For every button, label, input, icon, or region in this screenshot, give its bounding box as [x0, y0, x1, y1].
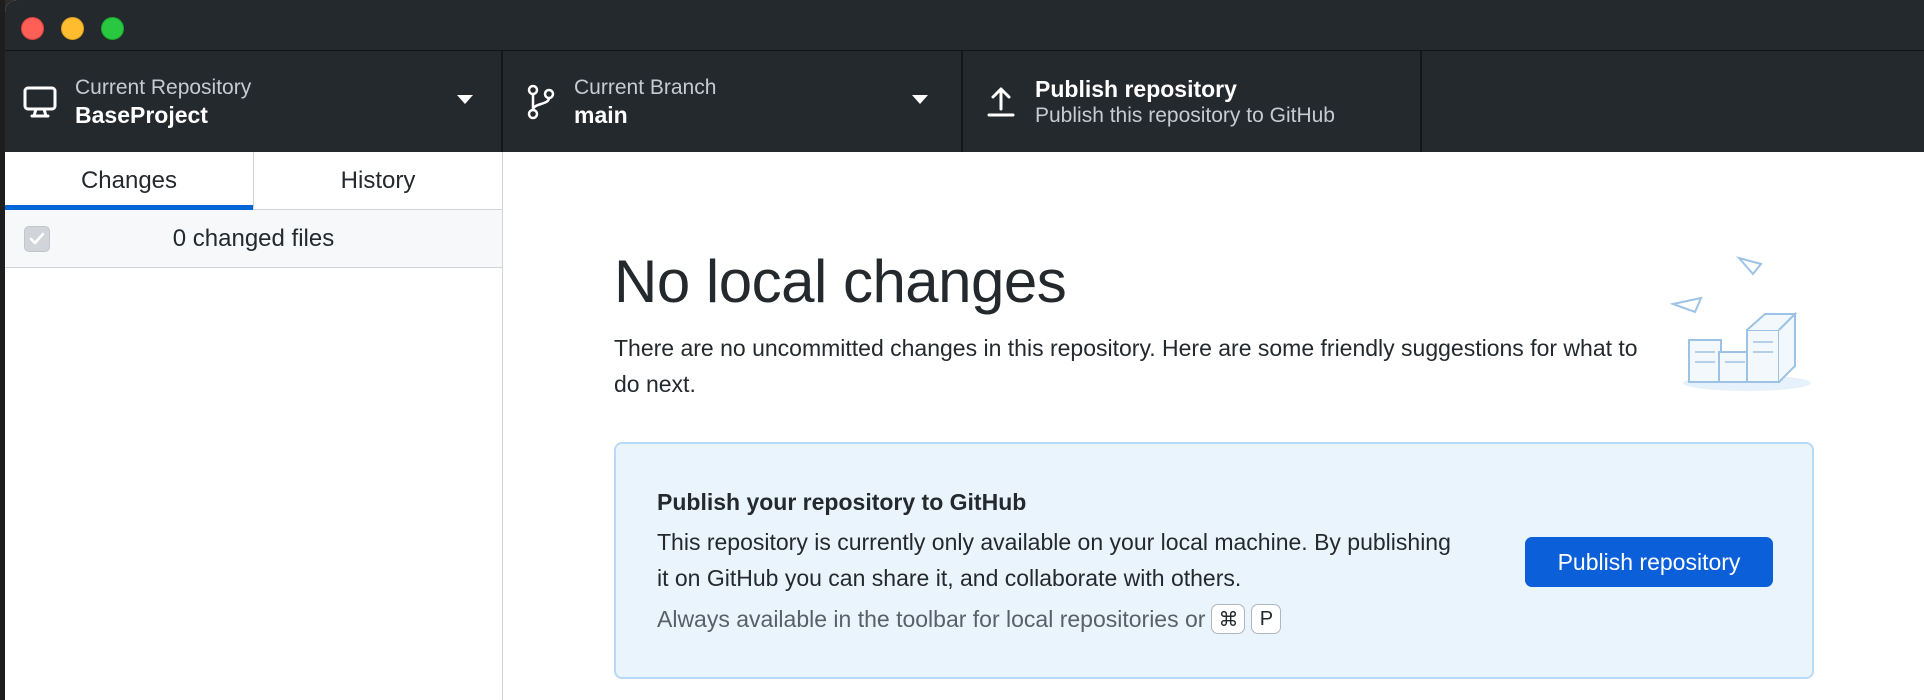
publish-label: Publish repository [1035, 76, 1237, 102]
chevron-down-icon [912, 95, 928, 104]
tab-history[interactable]: History [253, 152, 502, 209]
shortcut-key-command: ⌘ [1211, 604, 1246, 634]
repository-name: BaseProject [75, 102, 208, 128]
tab-changes[interactable]: Changes [5, 152, 253, 210]
page-description: There are no uncommitted changes in this… [614, 335, 1638, 397]
chevron-down-icon [457, 95, 473, 104]
callout-title: Publish your repository to GitHub [657, 489, 1027, 515]
maximize-window-button[interactable] [101, 17, 124, 40]
sidebar: Changes History 0 changed files [5, 152, 503, 700]
title-bar [5, 0, 1924, 51]
checkmark-icon [29, 232, 45, 245]
sidebar-tabs: Changes History [5, 152, 502, 210]
publish-repository-button[interactable]: Publish repository [1525, 537, 1773, 587]
current-repository-dropdown[interactable]: Current Repository BaseProject [5, 51, 503, 152]
branch-label: Current Branch [574, 76, 717, 99]
upload-icon [987, 87, 1015, 117]
computer-icon [23, 86, 57, 118]
callout-body: This repository is currently only availa… [657, 529, 1451, 591]
publish-sublabel: Publish this repository to GitHub [1035, 104, 1335, 127]
minimize-window-button[interactable] [61, 17, 84, 40]
branch-name: main [574, 102, 628, 128]
close-window-button[interactable] [21, 17, 44, 40]
changed-files-count: 0 changed files [172, 224, 335, 252]
app-window: Current Repository BaseProject Current B… [5, 0, 1924, 700]
repository-label: Current Repository [75, 76, 252, 99]
changes-list-header: 0 changed files [5, 210, 502, 268]
publish-repository-toolbar-button[interactable]: Publish repository Publish this reposito… [963, 51, 1422, 152]
hint-text: Always available in the toolbar for loca… [657, 605, 1206, 632]
empty-state-illustration [1669, 256, 1811, 391]
select-all-checkbox[interactable] [24, 226, 50, 252]
page-title: No local changes [614, 248, 1067, 315]
main-content: No local changes There are no uncommitte… [504, 152, 1924, 700]
callout-hint: Always available in the toolbar for loca… [657, 604, 1282, 634]
shortcut-key-p: P [1251, 604, 1282, 634]
git-branch-icon [527, 84, 555, 120]
current-branch-dropdown[interactable]: Current Branch main [503, 51, 963, 152]
toolbar: Current Repository BaseProject Current B… [5, 51, 1924, 152]
publish-callout: Publish your repository to GitHub This r… [614, 442, 1814, 679]
